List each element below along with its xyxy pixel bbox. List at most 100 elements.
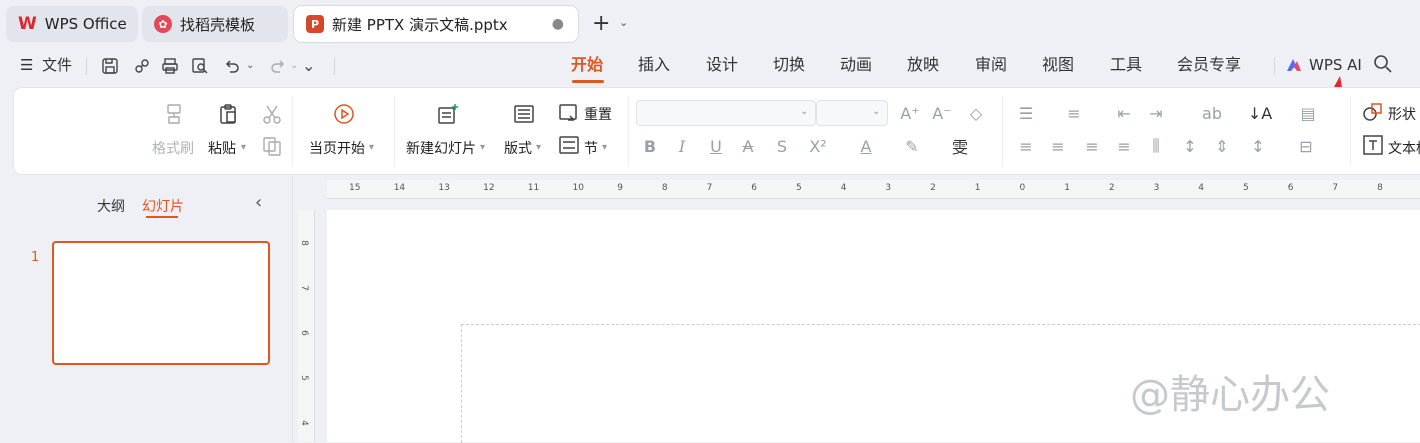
reset-icon[interactable]: [558, 102, 580, 124]
textbox-icon[interactable]: [1362, 134, 1384, 156]
tab-review[interactable]: 审阅: [975, 48, 1007, 82]
paste-dropdown-icon[interactable]: ▾: [241, 142, 246, 153]
decrease-font-icon[interactable]: A⁻: [930, 101, 954, 125]
start-from-current-label[interactable]: 当页开始: [309, 138, 365, 158]
increase-indent-icon[interactable]: ⇥: [1144, 101, 1168, 125]
tab-label: 新建 PPTX 演示文稿.pptx: [332, 15, 508, 34]
paste-icon[interactable]: [214, 100, 242, 128]
tab-animations[interactable]: 动画: [840, 48, 872, 82]
copy-icon[interactable]: [260, 134, 284, 158]
highlight-icon[interactable]: ✎: [900, 134, 924, 158]
section-label[interactable]: 节: [584, 138, 598, 158]
clear-format-icon[interactable]: ◇: [964, 101, 988, 125]
numbering-icon[interactable]: ≡: [1062, 101, 1086, 125]
more-chevron-icon[interactable]: ⌄: [302, 56, 315, 75]
ruler-tick-label: 0: [1019, 183, 1026, 193]
tab-design[interactable]: 设计: [706, 48, 738, 82]
cut-icon[interactable]: [260, 102, 284, 126]
print-icon[interactable]: [158, 54, 182, 78]
tab-outline[interactable]: 大纲: [97, 196, 125, 216]
layout-label[interactable]: 版式: [504, 138, 532, 158]
decrease-indent-icon[interactable]: ⇤: [1112, 101, 1136, 125]
align-text-icon[interactable]: ⊟: [1294, 134, 1318, 158]
chevron-down-icon: ⌄: [800, 106, 809, 117]
start-dropdown-icon[interactable]: ▾: [369, 142, 374, 153]
reset-label[interactable]: 重置: [584, 104, 612, 124]
text-shadow-icon[interactable]: S: [770, 134, 794, 158]
new-slide-icon[interactable]: [434, 100, 462, 128]
new-slide-dropdown-icon[interactable]: ▾: [480, 142, 485, 153]
print-preview-icon[interactable]: [188, 54, 212, 78]
tab-slides[interactable]: 幻灯片: [142, 196, 184, 216]
tab-slideshow[interactable]: 放映: [907, 48, 939, 82]
bullets-icon[interactable]: ☰: [1014, 101, 1038, 125]
tab-home[interactable]: 开始: [571, 48, 603, 82]
shape-label[interactable]: 形状: [1388, 104, 1416, 124]
redo-dropdown-icon[interactable]: ⌄: [290, 60, 298, 71]
tab-label: 找稻壳模板: [180, 15, 256, 34]
menu-icon[interactable]: ☰: [20, 56, 33, 74]
line-spacing-icon[interactable]: ↕: [1178, 134, 1202, 158]
align-right-icon[interactable]: ≡: [1080, 134, 1104, 158]
docer-icon: ✿: [154, 15, 172, 33]
shape-icon[interactable]: [1362, 102, 1384, 124]
save-icon[interactable]: [98, 54, 122, 78]
tab-wps-office[interactable]: W WPS Office: [6, 6, 138, 42]
distribute-icon[interactable]: ⫼: [1144, 134, 1168, 158]
vertical-spacing-icon[interactable]: ↕: [1246, 134, 1270, 158]
format-painter-label[interactable]: 格式刷: [152, 138, 194, 158]
paragraph-spacing-icon[interactable]: ⇕: [1210, 134, 1234, 158]
search-icon[interactable]: [1373, 54, 1393, 78]
chevron-down-icon[interactable]: ⌄: [619, 16, 628, 29]
chevron-down-icon: ⌄: [872, 106, 881, 117]
undo-icon[interactable]: [220, 54, 244, 78]
close-tab-icon[interactable]: ●: [552, 16, 564, 32]
redo-icon[interactable]: [266, 54, 290, 78]
layout-dropdown-icon[interactable]: ▾: [536, 142, 541, 153]
sort-text-icon[interactable]: ↓A: [1248, 101, 1272, 125]
file-menu[interactable]: 文件: [42, 48, 72, 82]
collapse-panel-icon[interactable]: ‹: [255, 192, 262, 213]
share-icon[interactable]: [130, 54, 154, 78]
align-left-icon[interactable]: ≡: [1014, 134, 1038, 158]
tab-docer-templates[interactable]: ✿ 找稻壳模板: [142, 6, 288, 42]
bold-icon[interactable]: B: [638, 134, 662, 158]
columns-icon[interactable]: ▤: [1296, 101, 1320, 125]
tab-view[interactable]: 视图: [1042, 48, 1074, 82]
align-center-icon[interactable]: ≡: [1046, 134, 1070, 158]
text-direction-icon[interactable]: ab: [1200, 101, 1224, 125]
layout-icon[interactable]: [510, 100, 538, 128]
active-tab-underline: [572, 80, 604, 83]
play-current-icon[interactable]: [330, 100, 358, 128]
phonetic-guide-icon[interactable]: 雯: [948, 134, 972, 158]
paste-label[interactable]: 粘贴: [208, 138, 236, 158]
new-tab-icon[interactable]: +: [592, 12, 610, 36]
tab-tools[interactable]: 工具: [1110, 48, 1142, 82]
slide-number: 1: [31, 250, 40, 265]
undo-dropdown-icon[interactable]: ⌄: [246, 60, 254, 71]
tab-insert[interactable]: 插入: [638, 48, 670, 82]
title-tab-bar: W WPS Office ✿ 找稻壳模板 P 新建 PPTX 演示文稿.pptx…: [0, 0, 1420, 48]
slide-thumbnail[interactable]: [52, 241, 270, 365]
justify-icon[interactable]: ≡: [1112, 134, 1136, 158]
textbox-label[interactable]: 文本框: [1388, 138, 1420, 158]
font-family-select[interactable]: [636, 100, 816, 126]
section-dropdown-icon[interactable]: ▾: [602, 142, 607, 153]
divider: [1350, 96, 1351, 166]
italic-icon[interactable]: I: [670, 134, 694, 158]
ruler-tick-label: 8: [661, 183, 668, 193]
superscript-icon[interactable]: X²: [806, 134, 830, 158]
divider: [394, 96, 395, 166]
strikethrough-icon[interactable]: A: [736, 134, 760, 158]
section-icon[interactable]: [558, 134, 580, 156]
tab-member[interactable]: 会员专享: [1177, 48, 1241, 82]
new-slide-label[interactable]: 新建幻灯片: [406, 138, 476, 158]
underline-icon[interactable]: U: [704, 134, 728, 158]
font-color-icon[interactable]: A: [854, 134, 878, 158]
ruler-tick-label: 11: [527, 183, 540, 193]
tab-transitions[interactable]: 切换: [773, 48, 805, 82]
divider: [86, 57, 87, 75]
tab-new-pptx[interactable]: P 新建 PPTX 演示文稿.pptx ●: [294, 6, 578, 42]
format-painter-icon[interactable]: [160, 100, 188, 128]
increase-font-icon[interactable]: A⁺: [898, 101, 922, 125]
